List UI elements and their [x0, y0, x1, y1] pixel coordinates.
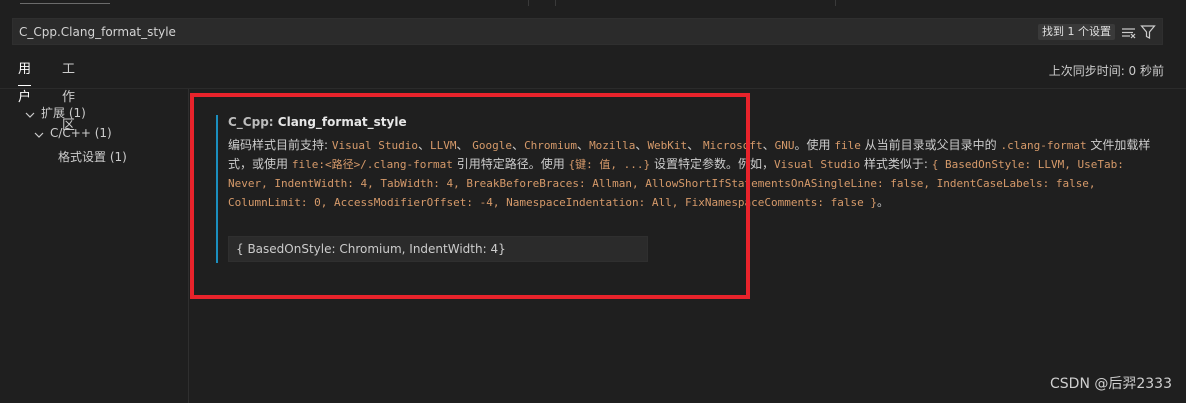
setting-title: C_Cpp: Clang_format_style — [228, 115, 407, 129]
desc-code: Chromium — [524, 139, 578, 152]
desc-text: 样式类似于: — [860, 157, 932, 171]
setting-name: Clang_format_style — [277, 115, 407, 129]
desc-code: file:<路径>/.clang-format — [291, 158, 453, 171]
tab-separator — [555, 0, 556, 6]
toc-item-cpp[interactable]: C/C++ (1) — [34, 126, 112, 140]
sync-status: 上次同步时间: 0 秒前 — [1048, 64, 1164, 78]
pane-divider — [188, 89, 189, 403]
desc-code: Visual Studio — [773, 158, 861, 171]
tab-separator — [835, 0, 836, 6]
clear-filter-icon[interactable] — [1121, 24, 1137, 40]
desc-code: Mozilla — [589, 139, 636, 152]
desc-code: Google — [472, 139, 513, 152]
desc-code: LLVM — [429, 139, 457, 152]
settings-search-input[interactable] — [13, 19, 993, 44]
setting-value-box[interactable] — [228, 236, 648, 262]
toc-item-extensions[interactable]: 扩展 (1) — [25, 104, 86, 121]
desc-text: 引用特定路径。使用 — [452, 157, 569, 171]
tab-user[interactable]: 用户 — [18, 56, 32, 105]
desc-text: 、 — [687, 138, 704, 152]
toc-item-label: 扩展 (1) — [41, 106, 86, 120]
chevron-down-icon — [34, 129, 44, 139]
desc-text: 、 — [417, 138, 430, 152]
setting-category: C_Cpp: — [228, 115, 278, 129]
filter-icon[interactable] — [1140, 24, 1156, 40]
settings-search-box[interactable]: 找到 1 个设置 — [12, 18, 1163, 45]
desc-code: GNU — [774, 139, 795, 152]
desc-code: file — [834, 139, 861, 152]
desc-text: 、 — [577, 138, 590, 152]
editor-tab-strip — [0, 0, 1186, 6]
tab-separator — [528, 0, 529, 6]
active-tab-indicator — [20, 3, 110, 4]
toc-item-label: 格式设置 (1) — [58, 150, 127, 164]
setting-description: 编码样式目前支持: Visual Studio、LLVM、 Google、Chr… — [228, 136, 1158, 212]
desc-text: 编码样式目前支持: — [228, 138, 332, 152]
desc-text: 、 — [456, 138, 473, 152]
desc-text: 。使用 — [794, 138, 835, 152]
desc-code: .clang-format — [1000, 139, 1087, 152]
chevron-down-icon — [25, 109, 35, 119]
search-result-count: 找到 1 个设置 — [1038, 24, 1115, 40]
watermark: CSDN @后羿2333 — [1050, 376, 1172, 392]
setting-item-clang-format-style: C_Cpp: Clang_format_style 编码样式目前支持: Visu… — [216, 115, 1158, 263]
tab-workspace[interactable]: 工作区 — [62, 56, 75, 133]
desc-text: 从当前目录或父目录中的 — [860, 138, 1001, 152]
toc-item-label: C/C++ (1) — [50, 126, 112, 140]
desc-code: Microsoft — [703, 139, 763, 152]
desc-code: Visual Studio — [331, 139, 418, 152]
desc-text: 、 — [635, 138, 648, 152]
desc-text: 设置特定参数。例如， — [650, 157, 774, 171]
desc-text: 、 — [512, 138, 525, 152]
desc-code: {键: 值, ...} — [568, 158, 651, 171]
setting-value-input[interactable] — [229, 237, 647, 261]
desc-code: WebKit — [647, 139, 688, 152]
desc-text: 、 — [762, 138, 775, 152]
header-divider — [0, 88, 1186, 89]
desc-text: 。 — [877, 195, 890, 209]
toc-item-formatting[interactable]: 格式设置 (1) — [58, 148, 127, 165]
